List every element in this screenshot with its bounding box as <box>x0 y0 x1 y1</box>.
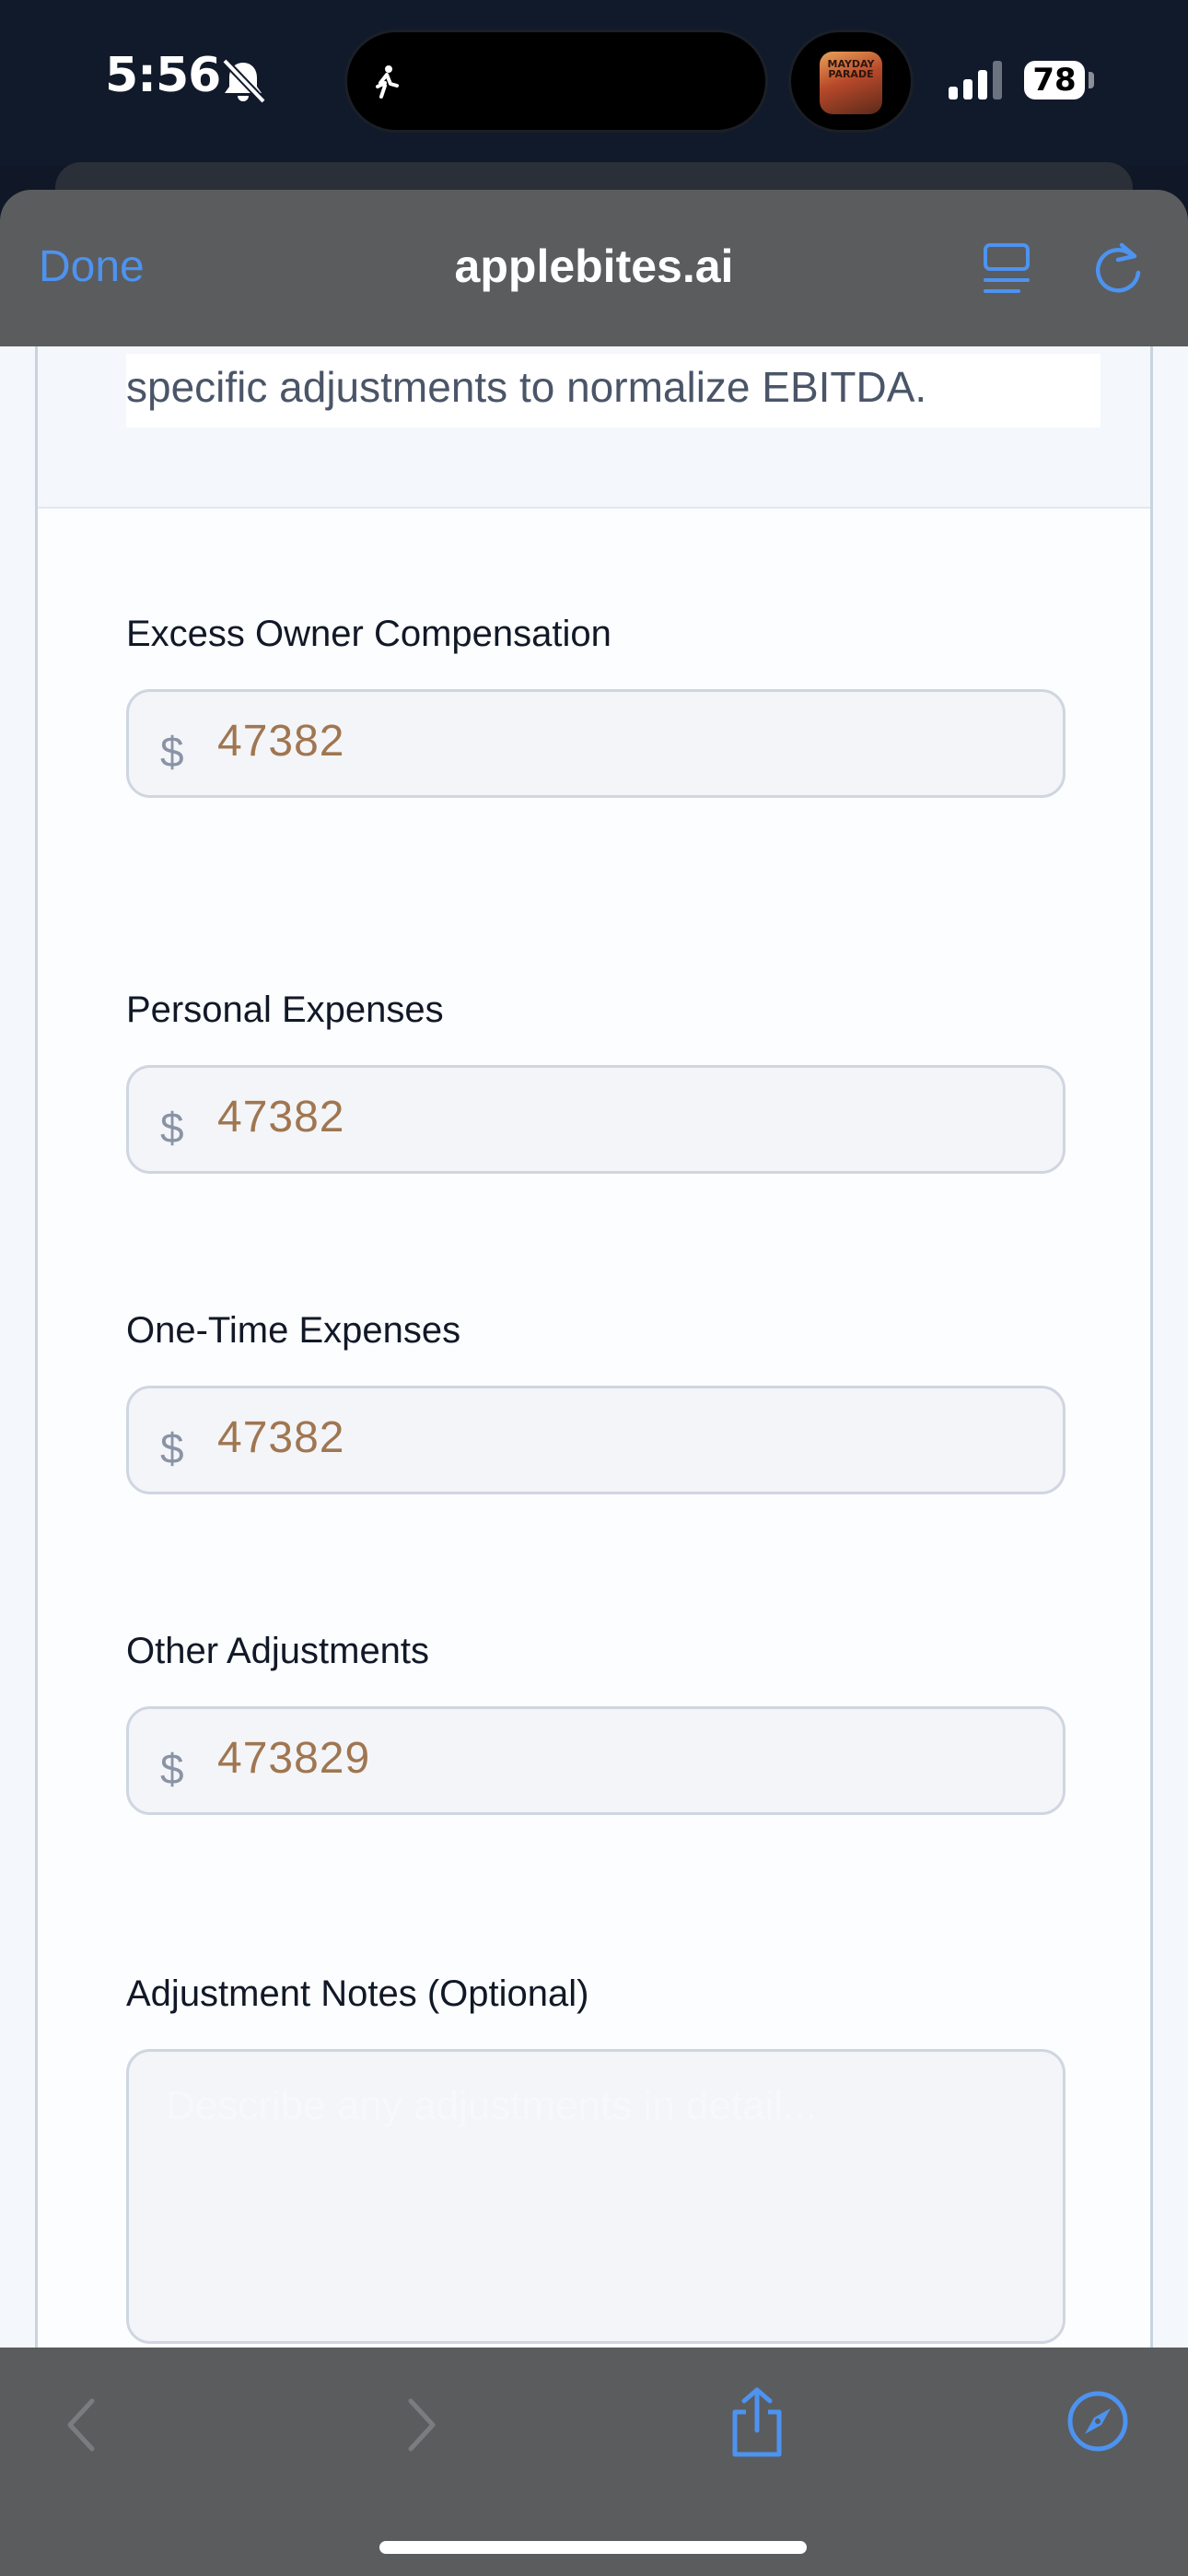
field-label-one-time-expenses: One-Time Expenses <box>126 1310 461 1351</box>
currency-symbol: $ <box>160 728 184 776</box>
signal-icon <box>949 61 1002 100</box>
intro-text: specific adjustments to normalize EBITDA… <box>126 354 1101 427</box>
field-value: 47382 <box>217 1413 345 1462</box>
field-value: 473829 <box>217 1734 371 1783</box>
compass-icon[interactable] <box>1066 2390 1129 2453</box>
bell-off-icon <box>222 58 266 104</box>
field-label-personal-expenses: Personal Expenses <box>126 989 444 1030</box>
form-card: specific adjustments to normalize EBITDA… <box>35 346 1153 2348</box>
battery-cap <box>1089 72 1094 88</box>
share-icon[interactable] <box>728 2386 786 2458</box>
field-label-excess-owner-compensation: Excess Owner Compensation <box>126 614 611 654</box>
currency-symbol: $ <box>160 1104 184 1152</box>
album-art[interactable]: MAYDAY PARADE <box>820 52 882 114</box>
battery-icon: 78 <box>1024 61 1085 100</box>
field-value: 47382 <box>217 717 345 766</box>
field-label-adjustment-notes: Adjustment Notes (Optional) <box>126 1973 589 2014</box>
web-content: specific adjustments to normalize EBITDA… <box>0 346 1188 2348</box>
forward-icon[interactable] <box>403 2395 442 2454</box>
back-icon[interactable] <box>61 2395 99 2454</box>
excess-owner-compensation-input[interactable]: $ 47382 <box>126 689 1066 798</box>
field-label-other-adjustments: Other Adjustments <box>126 1631 430 1671</box>
currency-symbol: $ <box>160 1424 184 1472</box>
adjustment-notes-textarea[interactable]: Describe any adjustments in detail... <box>126 2049 1066 2344</box>
reader-icon[interactable] <box>982 241 1031 297</box>
notes-placeholder: Describe any adjustments in detail... <box>166 2083 817 2128</box>
field-value: 47382 <box>217 1093 345 1142</box>
currency-symbol: $ <box>160 1745 184 1793</box>
status-time: 5:56 <box>105 48 221 103</box>
personal-expenses-input[interactable]: $ 47382 <box>126 1065 1066 1174</box>
home-indicator <box>379 2541 807 2554</box>
reload-icon[interactable] <box>1090 240 1146 297</box>
dynamic-island <box>344 29 768 133</box>
album-art-text: MAYDAY PARADE <box>827 58 875 80</box>
walk-icon <box>376 65 399 99</box>
one-time-expenses-input[interactable]: $ 47382 <box>126 1386 1066 1494</box>
other-adjustments-input[interactable]: $ 473829 <box>126 1706 1066 1815</box>
card-header: specific adjustments to normalize EBITDA… <box>38 346 1150 509</box>
